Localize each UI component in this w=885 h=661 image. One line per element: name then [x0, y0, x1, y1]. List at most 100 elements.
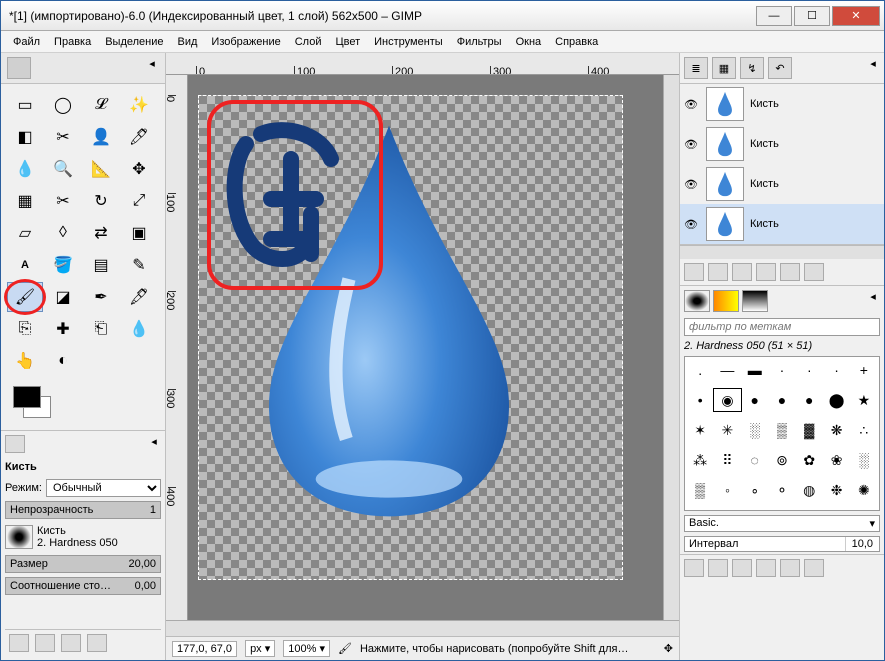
brush-item[interactable]: ●	[769, 389, 795, 411]
menu-help[interactable]: Справка	[549, 34, 604, 50]
brush-item[interactable]: ✿	[796, 449, 822, 471]
brush-item[interactable]: ◌	[742, 449, 768, 471]
lasso-tool[interactable]: 𝓛	[83, 90, 119, 120]
layer-row[interactable]: 👁 Кисть	[680, 124, 884, 164]
menu-layer[interactable]: Слой	[289, 34, 328, 50]
pencil-tool[interactable]: ✎	[121, 250, 157, 280]
shear-tool[interactable]: ▱	[7, 218, 43, 248]
layer-row[interactable]: 👁 Кисть	[680, 164, 884, 204]
scissors-tool[interactable]: ✂	[45, 122, 81, 152]
align-tool[interactable]: ▦	[7, 186, 43, 216]
menu-file[interactable]: Файл	[7, 34, 46, 50]
open-as-image-icon[interactable]	[804, 559, 824, 577]
foreground-select-tool[interactable]: 👤	[83, 122, 119, 152]
reset-preset-icon[interactable]	[87, 634, 107, 652]
canvas[interactable]	[188, 75, 663, 620]
ruler-horizontal[interactable]: 0 100 200 300 400 500	[166, 53, 679, 75]
layer-name[interactable]: Кисть	[750, 138, 779, 150]
rotate-tool[interactable]: ↻	[83, 186, 119, 216]
layer-name[interactable]: Кисть	[750, 98, 779, 110]
navigation-icon[interactable]: ✥	[664, 642, 673, 655]
channels-tab-icon[interactable]: ▦	[712, 57, 736, 79]
brush-item[interactable]: ▬	[742, 359, 768, 381]
eraser-tool[interactable]: ◪	[45, 282, 81, 312]
menu-select[interactable]: Выделение	[99, 34, 169, 50]
brush-item[interactable]: .	[687, 359, 713, 381]
menu-image[interactable]: Изображение	[205, 34, 286, 50]
brush-preview-swatch[interactable]	[5, 525, 33, 549]
layers-scrollbar[interactable]	[680, 245, 884, 259]
brush-item[interactable]: ★	[851, 389, 877, 411]
brush-item[interactable]: ◍	[796, 479, 822, 501]
fg-bg-color[interactable]	[9, 386, 157, 426]
restore-preset-icon[interactable]	[35, 634, 55, 652]
status-unit[interactable]: px ▾	[245, 640, 275, 657]
ratio-slider[interactable]: Соотношение сто… 0,00	[5, 577, 161, 595]
layers-tab-icon[interactable]: ≣	[684, 57, 708, 79]
by-color-select-tool[interactable]: ◧	[7, 122, 43, 152]
brush-item[interactable]: ❋	[823, 419, 849, 441]
move-tool[interactable]: ✥	[121, 154, 157, 184]
brush-item[interactable]: ∘	[742, 479, 768, 501]
size-slider[interactable]: Размер 20,00	[5, 555, 161, 573]
brush-item[interactable]: —	[714, 359, 740, 381]
raise-layer-icon[interactable]	[708, 263, 728, 281]
toolbox-tab-menu-icon[interactable]: ◂	[145, 57, 159, 79]
brush-item[interactable]: ⠿	[714, 449, 740, 471]
minimize-button[interactable]: —	[756, 6, 792, 26]
dodge-burn-tool[interactable]: ◐	[45, 346, 81, 376]
menu-tools[interactable]: Инструменты	[368, 34, 449, 50]
menu-color[interactable]: Цвет	[329, 34, 366, 50]
menu-edit[interactable]: Правка	[48, 34, 97, 50]
brush-item[interactable]: ∴	[851, 419, 877, 441]
delete-brush-icon[interactable]	[756, 559, 776, 577]
ruler-vertical[interactable]: 0 100 200 300 400	[166, 75, 188, 620]
brush-item[interactable]: ✺	[851, 479, 877, 501]
maximize-button[interactable]: ☐	[794, 6, 830, 26]
blur-tool[interactable]: 💧	[121, 314, 157, 344]
brush-item[interactable]: ⊚	[769, 449, 795, 471]
brush-item[interactable]: ●	[742, 389, 768, 411]
brush-item[interactable]: ✳	[714, 419, 740, 441]
save-preset-icon[interactable]	[9, 634, 29, 652]
color-picker-tool[interactable]: 💧	[7, 154, 43, 184]
brush-item[interactable]: ·	[796, 359, 822, 381]
smudge-tool[interactable]: 👆	[7, 346, 43, 376]
brush-item[interactable]: ▒	[687, 479, 713, 501]
airbrush-tool[interactable]: ✒	[83, 282, 119, 312]
brush-item[interactable]: ✶	[687, 419, 713, 441]
vertical-scrollbar[interactable]	[663, 75, 679, 620]
fg-color-swatch[interactable]	[13, 386, 41, 408]
tool-options-menu-icon[interactable]: ◂	[147, 435, 161, 453]
mode-select[interactable]: Обычный	[46, 479, 161, 497]
rect-select-tool[interactable]: ▭	[7, 90, 43, 120]
perspective-tool[interactable]: ◊	[45, 218, 81, 248]
brush-item[interactable]: ▒	[769, 419, 795, 441]
visibility-icon[interactable]: 👁	[684, 178, 700, 191]
opacity-slider[interactable]: Непрозрачность 1	[5, 501, 161, 519]
layer-row[interactable]: 👁 Кисть	[680, 84, 884, 124]
brush-item[interactable]: ◉	[714, 389, 740, 411]
interval-input[interactable]: Интервал 10,0	[684, 536, 880, 552]
flip-tool[interactable]: ⇄	[83, 218, 119, 248]
patterns-tab-icon[interactable]	[713, 290, 739, 312]
blend-tool[interactable]: ▤	[83, 250, 119, 280]
brush-item[interactable]: •	[687, 389, 713, 411]
scale-tool[interactable]: ⤢	[121, 186, 157, 216]
paintbrush-tool[interactable]: 🖌	[7, 282, 43, 312]
brush-item[interactable]: ░	[742, 419, 768, 441]
zoom-tool[interactable]: 🔍	[45, 154, 81, 184]
brush-item[interactable]: ░	[851, 449, 877, 471]
horizontal-scrollbar[interactable]	[166, 620, 679, 636]
brush-item[interactable]: ⬤	[823, 389, 849, 411]
close-button[interactable]: ✕	[832, 6, 880, 26]
brush-item[interactable]: ❀	[823, 449, 849, 471]
ellipse-select-tool[interactable]: ◯	[45, 90, 81, 120]
menu-filters[interactable]: Фильтры	[451, 34, 508, 50]
refresh-brushes-icon[interactable]	[780, 559, 800, 577]
layer-name[interactable]: Кисть	[750, 178, 779, 190]
menu-windows[interactable]: Окна	[510, 34, 548, 50]
cage-tool[interactable]: ▣	[121, 218, 157, 248]
brush-item[interactable]: ·	[769, 359, 795, 381]
brush-item[interactable]: ·	[823, 359, 849, 381]
